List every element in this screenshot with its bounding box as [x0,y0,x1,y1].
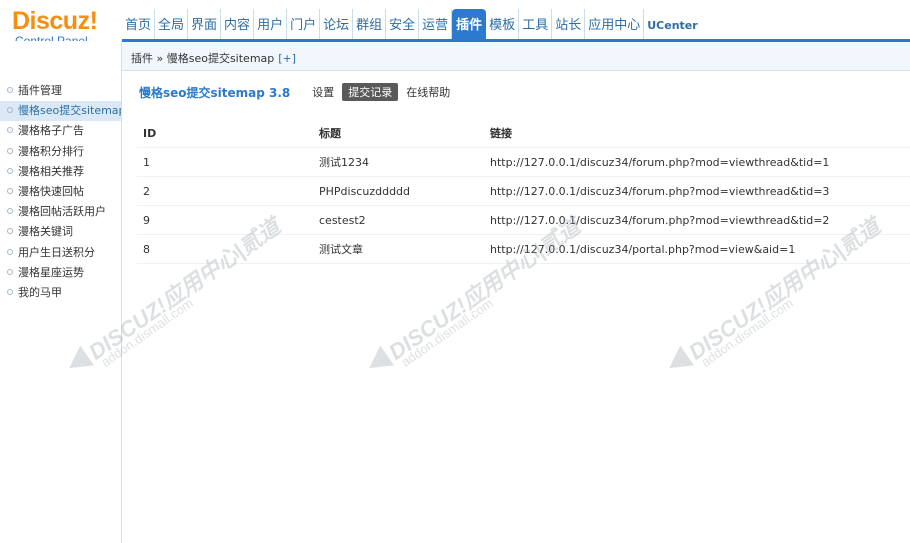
plugin-title: 慢格seo提交sitemap 3.8 [139,85,291,100]
nav-item-5[interactable]: 门户 [287,9,321,39]
sidebar-item[interactable]: 漫格积分排行 [0,142,121,162]
sidebar-item[interactable]: 漫格快速回帖 [0,182,121,202]
col-header-id: ID [137,119,319,148]
nav-item-7[interactable]: 群组 [353,9,387,39]
cell-id: 1 [137,147,319,177]
sidebar-item[interactable]: 插件管理 [0,81,121,101]
table-row: 1 测试1234 http://127.0.0.1/discuz34/forum.p… [137,147,910,177]
sidebar-item[interactable]: 漫格回帖活跃用户 [0,202,121,222]
cell-title: 测试文章 [319,234,490,264]
cell-id: 9 [137,205,319,235]
tab-0[interactable]: 设置 [312,84,334,100]
bullet-icon [7,167,13,174]
table-row: 8 测试文章 http://127.0.0.1/discuz34/portal.ph… [137,234,910,264]
nav-item-8[interactable]: 安全 [386,9,420,39]
nav-item-12[interactable]: 工具 [519,9,553,39]
bullet-icon [7,187,13,194]
col-header-title: 标题 [319,119,490,148]
nav-item-10[interactable]: 插件 [452,9,487,39]
nav-item-1[interactable]: 全局 [155,9,189,39]
bullet-icon [7,107,13,114]
sidebar-item-label: 插件管理 [18,84,62,97]
bullet-icon [7,147,13,154]
plugin-tabs: 设置 提交记录 在线帮助 [312,83,458,101]
breadcrumb-bar: 插件 » 慢格seo提交sitemap [+] [122,42,910,71]
sidebar-item-label: 漫格快速回帖 [18,184,84,198]
bullet-icon [7,87,13,93]
bullet-icon [7,288,13,295]
sidebar-item-label: 漫格积分排行 [18,144,84,158]
nav-item-4[interactable]: 用户 [254,9,288,39]
sidebar-item[interactable]: 慢格seo提交sitemap [0,101,121,122]
nav-item-13[interactable]: 站长 [552,9,586,39]
nav-item-9[interactable]: 运营 [419,9,453,39]
sidebar-item-label: 漫格星座运势 [18,265,84,279]
header: Discuz! Control Panel 首页全局界面内容用户门户论坛群组安全… [0,0,910,48]
sidebar-item-label: 用户生日送积分 [18,245,95,259]
sidebar-item[interactable]: 漫格星座运势 [0,263,121,283]
sidebar-item-label: 漫格相关推荐 [18,164,84,178]
sidebar-item[interactable]: 用户生日送积分 [0,243,121,263]
cell-title: PHPdiscuzddddd [319,176,490,206]
col-header-link: 链接 [490,119,910,148]
cell-title: cestest2 [319,205,490,235]
breadcrumb: 插件 » 慢格seo提交sitemap [+] [131,50,296,66]
title-row: 慢格seo提交sitemap 3.8 设置 提交记录 在线帮助 [139,83,458,101]
tab-1[interactable]: 提交记录 [342,83,399,101]
sidebar-item[interactable]: 漫格格子广告 [0,121,121,141]
sidebar-menu: 插件管理慢格seo提交sitemap 漫格格子广告 漫格积分排行 漫格相关推荐 漫格快速… [0,81,121,303]
sidebar-item-label: 漫格回帖活跃用户 [18,205,106,219]
cell-link[interactable]: http://127.0.0.1/discuz34/portal.php?mod… [490,234,910,264]
main-content: 慢格seo提交sitemap 3.8 设置 提交记录 在线帮助 ID 标题 链接 1… [122,71,910,543]
cell-title: 测试1234 [319,147,490,177]
cell-link[interactable]: http://127.0.0.1/discuz34/forum.php?mod=… [490,205,910,235]
cell-link[interactable]: http://127.0.0.1/discuz34/forum.php?mod=… [490,176,910,206]
bullet-icon [7,127,13,134]
sidebar: 插件管理慢格seo提交sitemap 漫格格子广告 漫格积分排行 漫格相关推荐 漫格快速… [0,41,122,543]
bullet-icon [7,228,13,235]
nav-item-15[interactable]: UCenter [644,9,700,39]
cell-link[interactable]: http://127.0.0.1/discuz34/forum.php?mod=… [490,147,910,177]
nav-item-6[interactable]: 论坛 [320,9,354,39]
sidebar-item-label: 我的马甲 [18,285,62,299]
sidebar-item-label: 漫格关键词 [18,225,73,239]
bullet-icon [7,248,13,255]
cell-id: 2 [137,176,319,206]
breadcrumb-expand-button[interactable]: [+] [278,52,296,65]
table-row: 2 PHPdiscuzddddd http://127.0.0.1/discuz34… [137,176,910,206]
nav-item-3[interactable]: 内容 [221,9,255,39]
records-table: ID 标题 链接 1 测试1234 http://127.0.0.1/discuz3… [137,119,910,264]
nav-item-11[interactable]: 模板 [486,9,520,39]
top-nav: 首页 全局 界面 内容 用户 门户 论坛 群组 安全 运营 插件 模板 工具 站长 应用中心 UCenter [122,9,701,39]
sidebar-item-label: 漫格格子广告 [18,124,84,138]
sidebar-item[interactable]: 我的马甲 [0,283,121,303]
cell-id: 8 [137,234,319,264]
sidebar-item-label: 慢格seo提交sitemap [18,104,121,118]
nav-item-0[interactable]: 首页 [122,9,156,39]
table-header-row: ID 标题 链接 [137,119,910,148]
bullet-icon [7,208,13,215]
tab-2[interactable]: 在线帮助 [406,84,450,100]
table-row: 9 cestest2 http://127.0.0.1/discuz34/forum… [137,205,910,235]
nav-item-2[interactable]: 界面 [188,9,222,39]
sidebar-item[interactable]: 漫格关键词 [0,222,121,242]
breadcrumb-text: 插件 » 慢格seo提交sitemap [131,52,275,65]
bullet-icon [7,268,13,275]
nav-item-14[interactable]: 应用中心 [585,9,645,39]
logo-main: Discuz! [12,7,98,35]
sidebar-item[interactable]: 漫格相关推荐 [0,162,121,182]
